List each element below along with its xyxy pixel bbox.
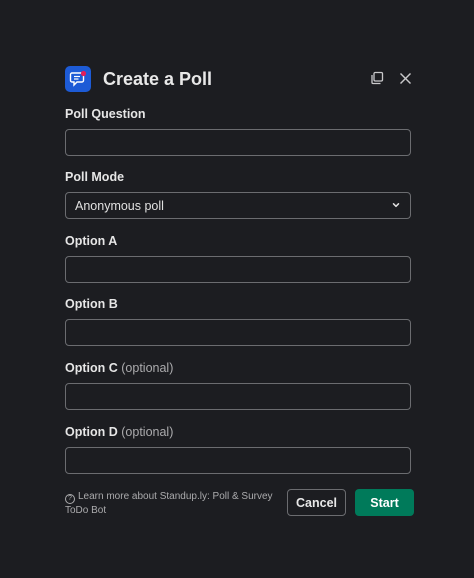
option-a-input[interactable] xyxy=(65,256,411,283)
poll-question-input[interactable] xyxy=(65,129,411,156)
option-a-label: Option A xyxy=(65,234,118,248)
create-poll-modal: Create a Poll Poll Question Poll Mode An… xyxy=(0,0,474,578)
poll-mode-selected-value: Anonymous poll xyxy=(75,198,164,213)
help-text: Learn more about Standup.ly: Poll & Surv… xyxy=(65,491,273,516)
option-d-field: Option D (optional) xyxy=(65,424,411,474)
option-d-input[interactable] xyxy=(65,447,411,474)
option-c-input[interactable] xyxy=(65,383,411,410)
poll-mode-field: Poll Mode Anonymous poll xyxy=(65,169,411,219)
chevron-down-icon xyxy=(391,197,401,215)
optional-tag: (optional) xyxy=(121,361,174,375)
optional-tag: (optional) xyxy=(121,425,174,439)
question-circle-icon: ? xyxy=(65,494,75,504)
poll-app-icon xyxy=(65,66,91,92)
option-c-label: Option C (optional) xyxy=(65,361,174,375)
expand-window-icon[interactable] xyxy=(369,70,385,86)
close-icon[interactable] xyxy=(397,70,413,86)
option-b-label: Option B xyxy=(65,297,118,311)
option-d-label: Option D (optional) xyxy=(65,425,174,439)
cancel-button[interactable]: Cancel xyxy=(287,489,346,516)
poll-question-label: Poll Question xyxy=(65,107,146,121)
option-b-field: Option B xyxy=(65,296,411,346)
poll-mode-select[interactable]: Anonymous poll xyxy=(65,192,411,219)
start-button[interactable]: Start xyxy=(355,489,414,516)
option-a-field: Option A xyxy=(65,233,411,283)
help-link[interactable]: ? Learn more about Standup.ly: Poll & Sur… xyxy=(65,490,290,518)
poll-mode-label: Poll Mode xyxy=(65,170,125,184)
poll-question-field: Poll Question xyxy=(65,106,411,156)
option-c-field: Option C (optional) xyxy=(65,360,411,410)
modal-title: Create a Poll xyxy=(103,68,213,89)
option-b-input[interactable] xyxy=(65,319,411,346)
modal-header: Create a Poll xyxy=(65,66,415,92)
